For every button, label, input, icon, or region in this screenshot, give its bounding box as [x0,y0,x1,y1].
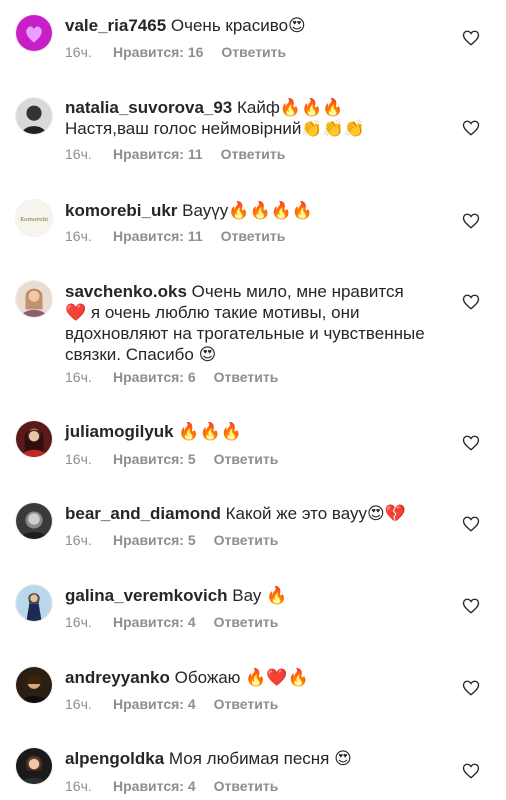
avatar[interactable] [15,666,53,704]
avatar[interactable] [15,584,53,622]
comment-meta: 16ч. Нравится: 11 Ответить [65,228,285,244]
reply-button[interactable]: Ответить [221,146,286,162]
reply-button[interactable]: Ответить [221,228,286,244]
heart-icon[interactable] [462,762,480,780]
username[interactable]: komorebi_ukr [65,201,177,220]
likes-count[interactable]: Нравится: 6 [113,369,196,385]
comment-body: Очень красиво😍 [170,16,306,35]
comment-body: Моя любимая песня 😍 [168,749,352,768]
username[interactable]: andreyyanko [65,668,170,687]
timestamp: 16ч. [65,44,92,60]
likes-count[interactable]: Нравится: 4 [113,696,196,712]
reply-button[interactable]: Ответить [221,44,286,60]
comment-meta: 16ч. Нравится: 16 Ответить [65,44,286,60]
likes-count[interactable]: Нравится: 4 [113,614,196,630]
heart-icon[interactable] [462,515,480,533]
comment-body: Обожаю 🔥❤️🔥 [174,668,309,687]
comment-text: natalia_suvorova_93 Кайф🔥🔥🔥 Настя,ваш го… [65,97,405,139]
heart-icon[interactable] [462,29,480,47]
avatar[interactable] [15,747,53,785]
heart-icon[interactable] [462,597,480,615]
timestamp: 16ч. [65,614,92,630]
timestamp: 16ч. [65,778,92,794]
heart-icon[interactable] [462,119,480,137]
reply-button[interactable]: Ответить [214,778,279,794]
likes-count[interactable]: Нравится: 5 [113,532,196,548]
comment-text: andreyyanko Обожаю 🔥❤️🔥 [65,667,415,688]
comment-body: Какой же это вауу😍💔 [225,504,406,523]
comment-meta: 16ч. Нравится: 4 Ответить [65,778,278,794]
comment-meta: 16ч. Нравится: 11 Ответить [65,146,285,162]
comment-text: savchenko.oks Очень мило, мне нравится ❤… [65,281,425,365]
heart-icon[interactable] [462,212,480,230]
comment-meta: 16ч. Нравится: 4 Ответить [65,696,278,712]
username[interactable]: juliamogilyuk [65,422,174,441]
timestamp: 16ч. [65,146,92,162]
likes-count[interactable]: Нравится: 11 [113,228,203,244]
comment-text: galina_veremkovich Вау 🔥 [65,585,415,606]
comment-meta: 16ч. Нравится: 5 Ответить [65,532,278,548]
comment-text: alpengoldka Моя любимая песня 😍 [65,748,415,769]
comment-meta: 16ч. Нравится: 5 Ответить [65,451,278,467]
heart-icon[interactable] [462,434,480,452]
avatar[interactable] [15,420,53,458]
timestamp: 16ч. [65,451,92,467]
comment-text: bear_and_diamond Какой же это вауу😍💔 [65,503,445,524]
avatar[interactable]: Komorebi [15,199,53,237]
comment-body: Вау 🔥 [232,586,288,605]
comment-text: juliamogilyuk 🔥🔥🔥 [65,421,415,442]
likes-count[interactable]: Нравится: 5 [113,451,196,467]
avatar-logo-text: Komorebi [20,217,48,223]
reply-button[interactable]: Ответить [214,696,279,712]
reply-button[interactable]: Ответить [214,532,279,548]
comment-body: 🔥🔥🔥 [178,422,242,441]
heart-icon[interactable] [462,679,480,697]
comment-meta: 16ч. Нравится: 4 Ответить [65,614,278,630]
timestamp: 16ч. [65,228,92,244]
comment-text: komorebi_ukr Вауүу🔥🔥🔥🔥 [65,200,415,221]
reply-button[interactable]: Ответить [214,451,279,467]
timestamp: 16ч. [65,532,92,548]
avatar[interactable] [15,502,53,540]
username[interactable]: vale_ria7465 [65,16,166,35]
username[interactable]: savchenko.oks [65,282,187,301]
comment-meta: 16ч. Нравится: 6 Ответить [65,369,278,385]
comment-text: vale_ria7465 Очень красиво😍 [65,15,415,36]
username[interactable]: galina_veremkovich [65,586,228,605]
avatar[interactable] [15,97,53,135]
avatar[interactable] [15,14,53,52]
timestamp: 16ч. [65,369,92,385]
comment-body: Вауүу🔥🔥🔥🔥 [182,201,313,220]
username[interactable]: bear_and_diamond [65,504,221,523]
heart-icon[interactable] [462,293,480,311]
likes-count[interactable]: Нравится: 4 [113,778,196,794]
username[interactable]: alpengoldka [65,749,164,768]
reply-button[interactable]: Ответить [214,614,279,630]
timestamp: 16ч. [65,696,92,712]
avatar[interactable] [15,280,53,318]
likes-count[interactable]: Нравится: 16 [113,44,203,60]
reply-button[interactable]: Ответить [214,369,279,385]
username[interactable]: natalia_suvorova_93 [65,98,232,117]
likes-count[interactable]: Нравится: 11 [113,146,203,162]
